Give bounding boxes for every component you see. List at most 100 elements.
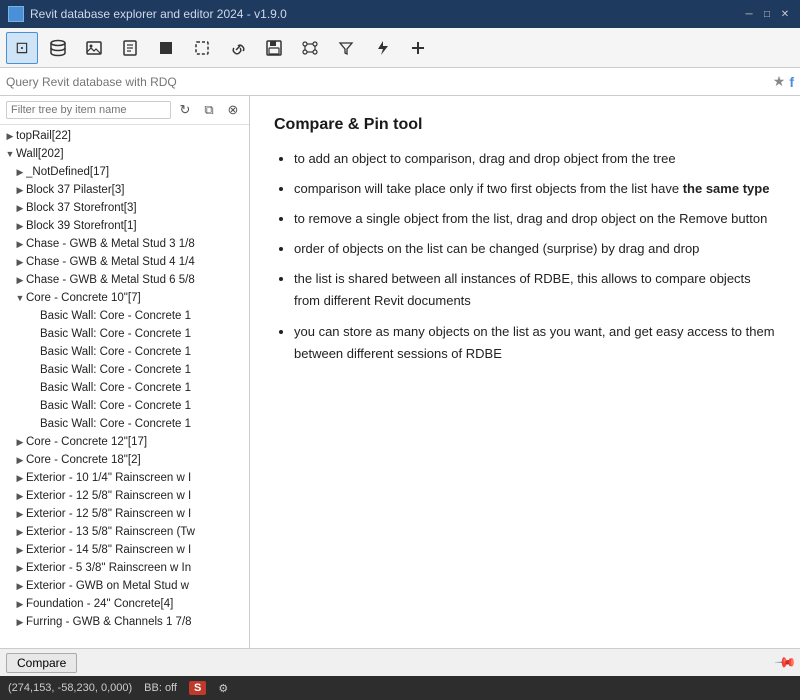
tree-item-label: Exterior - 12 5/8" Rainscreen w I	[26, 490, 191, 502]
tree-item-label: Exterior - 14 5/8" Rainscreen w I	[26, 544, 191, 556]
plus-tool-button[interactable]	[402, 32, 434, 64]
link-tool-button[interactable]	[222, 32, 254, 64]
tree-item-label: Basic Wall: Core - Concrete 1	[40, 382, 191, 394]
tree-expander: ▶	[14, 598, 26, 610]
tree-item[interactable]: ▶Foundation - 24" Concrete[4]	[0, 595, 249, 613]
tree-expander: ▼	[14, 292, 26, 304]
tree-item-label: Exterior - 12 5/8" Rainscreen w I	[26, 508, 191, 520]
search-input[interactable]	[6, 75, 773, 89]
tree-expander	[28, 364, 40, 376]
tree-item[interactable]: ▶Exterior - 12 5/8" Rainscreen w I	[0, 505, 249, 523]
tree-item[interactable]: ▶Core - Concrete 12"[17]	[0, 433, 249, 451]
save-tool-button[interactable]	[258, 32, 290, 64]
tree-item[interactable]: ▶Block 39 Storefront[1]	[0, 217, 249, 235]
tree-expander: ▶	[14, 202, 26, 214]
copy-icon[interactable]: ⧉	[199, 100, 219, 120]
tree-item[interactable]: ▼Core - Concrete 10"[7]	[0, 289, 249, 307]
bullet-item-3: to remove a single object from the list,…	[294, 208, 776, 230]
square-tool-button[interactable]	[150, 32, 182, 64]
tree-item[interactable]: Basic Wall: Core - Concrete 1	[0, 361, 249, 379]
tree-item[interactable]: ▶Block 37 Storefront[3]	[0, 199, 249, 217]
tree-expander	[28, 328, 40, 340]
bullet-list: to add an object to comparison, drag and…	[274, 148, 776, 365]
minimize-button[interactable]: ─	[742, 7, 756, 21]
tree-item[interactable]: ▶Exterior - 12 5/8" Rainscreen w I	[0, 487, 249, 505]
tree-item[interactable]: ▶_NotDefined[17]	[0, 163, 249, 181]
tree-expander: ▶	[14, 256, 26, 268]
refresh-icon[interactable]: ↻	[175, 100, 195, 120]
tree-item[interactable]: ▶Furring - GWB & Channels 1 7/8	[0, 613, 249, 631]
favorite-icon[interactable]: ★	[773, 73, 786, 90]
tree-item-label: Furring - GWB & Channels 1 7/8	[26, 616, 192, 628]
window-controls: ─ □ ✕	[742, 7, 792, 21]
tree-expander: ▶	[14, 544, 26, 556]
format-icon[interactable]: f	[789, 74, 794, 90]
tree-item[interactable]: ▶Exterior - 5 3/8" Rainscreen w In	[0, 559, 249, 577]
tree-item[interactable]: Basic Wall: Core - Concrete 1	[0, 325, 249, 343]
tree-item[interactable]: ▶Chase - GWB & Metal Stud 4 1/4	[0, 253, 249, 271]
branch-tool-button[interactable]	[294, 32, 326, 64]
tree-item-label: Core - Concrete 12"[17]	[26, 436, 147, 448]
bullet-item-1: to add an object to comparison, drag and…	[294, 148, 776, 170]
bullet-item-6: you can store as many objects on the lis…	[294, 321, 776, 365]
tree-item[interactable]: ▶Exterior - GWB on Metal Stud w	[0, 577, 249, 595]
doc-tool-button[interactable]	[114, 32, 146, 64]
pin-filter-icon[interactable]: ⊗	[223, 100, 243, 120]
tree-item-label: Basic Wall: Core - Concrete 1	[40, 364, 191, 376]
tree-expander	[28, 400, 40, 412]
database-tool-button[interactable]	[42, 32, 74, 64]
close-button[interactable]: ✕	[778, 7, 792, 21]
tree-item[interactable]: Basic Wall: Core - Concrete 1	[0, 415, 249, 433]
filter-bar: ↻ ⧉ ⊗	[0, 96, 249, 125]
search-tool-button[interactable]: ⊡	[6, 32, 38, 64]
image-tool-button[interactable]	[78, 32, 110, 64]
tree-expander: ▶	[14, 274, 26, 286]
maximize-button[interactable]: □	[760, 7, 774, 21]
tree-item-label: Basic Wall: Core - Concrete 1	[40, 328, 191, 340]
tree-expander: ▶	[14, 454, 26, 466]
tree-item-label: Block 37 Storefront[3]	[26, 202, 137, 214]
tree-item[interactable]: Basic Wall: Core - Concrete 1	[0, 307, 249, 325]
tree-item-label: Exterior - 10 1/4" Rainscreen w I	[26, 472, 191, 484]
pin-icon[interactable]: 📌	[773, 650, 797, 674]
same-type-bold: the same type	[683, 181, 770, 196]
tree-item-label: Core - Concrete 18"[2]	[26, 454, 141, 466]
tree-item[interactable]: ▼Wall[202]	[0, 145, 249, 163]
tree-item-label: _NotDefined[17]	[26, 166, 109, 178]
tree-item[interactable]: ▶Chase - GWB & Metal Stud 3 1/8	[0, 235, 249, 253]
settings-icon[interactable]: ⚙	[218, 682, 228, 695]
tree-expander: ▶	[14, 526, 26, 538]
tree-item[interactable]: Basic Wall: Core - Concrete 1	[0, 397, 249, 415]
filter-input[interactable]	[6, 101, 171, 119]
tree-item[interactable]: ▶Core - Concrete 18"[2]	[0, 451, 249, 469]
tree-item[interactable]: Basic Wall: Core - Concrete 1	[0, 379, 249, 397]
tree-item[interactable]: ▶Exterior - 10 1/4" Rainscreen w I	[0, 469, 249, 487]
bb-status: BB: off	[144, 682, 177, 694]
s-badge: S	[189, 681, 206, 695]
tree-item-label: Basic Wall: Core - Concrete 1	[40, 400, 191, 412]
tree-expander: ▶	[14, 184, 26, 196]
tree-item[interactable]: ▶Block 37 Pilaster[3]	[0, 181, 249, 199]
compare-button[interactable]: Compare	[6, 653, 77, 673]
tree-item-label: Block 37 Pilaster[3]	[26, 184, 124, 196]
tree-item[interactable]: ▶topRail[22]	[0, 127, 249, 145]
tree-expander	[28, 418, 40, 430]
tree-expander: ▶	[14, 562, 26, 574]
tree-item[interactable]: ▶Exterior - 14 5/8" Rainscreen w I	[0, 541, 249, 559]
tree-item[interactable]: ▶Chase - GWB & Metal Stud 6 5/8	[0, 271, 249, 289]
lightning-tool-button[interactable]	[366, 32, 398, 64]
tree-item[interactable]: ▶Exterior - 13 5/8" Rainscreen (Tw	[0, 523, 249, 541]
toolbar: ⊡	[0, 28, 800, 68]
right-panel: Compare & Pin tool to add an object to c…	[250, 96, 800, 648]
tree-expander: ▼	[4, 148, 16, 160]
tree-item-label: Basic Wall: Core - Concrete 1	[40, 418, 191, 430]
filter-tool-button[interactable]	[330, 32, 362, 64]
tree-container[interactable]: ▶topRail[22]▼Wall[202]▶_NotDefined[17]▶B…	[0, 125, 249, 648]
tree-item[interactable]: Basic Wall: Core - Concrete 1	[0, 343, 249, 361]
tree-item-label: Foundation - 24" Concrete[4]	[26, 598, 173, 610]
dotted-tool-button[interactable]	[186, 32, 218, 64]
tree-item-label: Chase - GWB & Metal Stud 6 5/8	[26, 274, 195, 286]
tree-expander: ▶	[14, 220, 26, 232]
tree-item-label: Exterior - 5 3/8" Rainscreen w In	[26, 562, 191, 574]
main-area: ↻ ⧉ ⊗ ▶topRail[22]▼Wall[202]▶_NotDefined…	[0, 96, 800, 648]
